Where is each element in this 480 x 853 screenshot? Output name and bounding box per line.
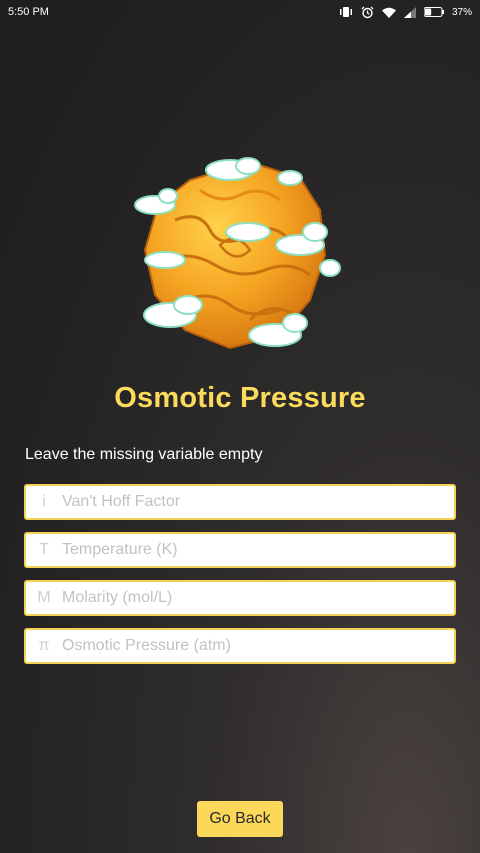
- battery-percent: 37%: [451, 6, 472, 18]
- planet-illustration: [130, 150, 350, 360]
- molarity-input[interactable]: [62, 589, 442, 607]
- instruction-text: Leave the missing variable empty: [25, 446, 263, 463]
- osmotic-pressure-input[interactable]: [62, 637, 442, 655]
- field-symbol-i: i: [42, 493, 46, 510]
- status-time: 5:50 PM: [8, 6, 49, 18]
- vant-hoff-factor-field[interactable]: i: [24, 484, 456, 520]
- status-bar: 5:50 PM 37%: [0, 0, 480, 24]
- alarm-icon: [361, 6, 374, 19]
- field-symbol-m: M: [37, 589, 51, 606]
- vant-hoff-factor-input[interactable]: [62, 493, 442, 511]
- page-title: Osmotic Pressure: [114, 382, 366, 414]
- temperature-field[interactable]: T: [24, 532, 456, 568]
- field-symbol-pi: π: [38, 637, 50, 654]
- go-back-button[interactable]: Go Back: [197, 801, 283, 837]
- field-symbol-t: T: [39, 541, 49, 558]
- battery-icon: [423, 7, 444, 17]
- wifi-icon: [381, 7, 396, 18]
- signal-icon: [403, 6, 416, 18]
- vibrate-icon: [339, 6, 353, 18]
- status-icons: 37%: [339, 6, 472, 19]
- osmotic-pressure-field[interactable]: π: [24, 628, 456, 664]
- molarity-field[interactable]: M: [24, 580, 456, 616]
- temperature-input[interactable]: [62, 541, 442, 559]
